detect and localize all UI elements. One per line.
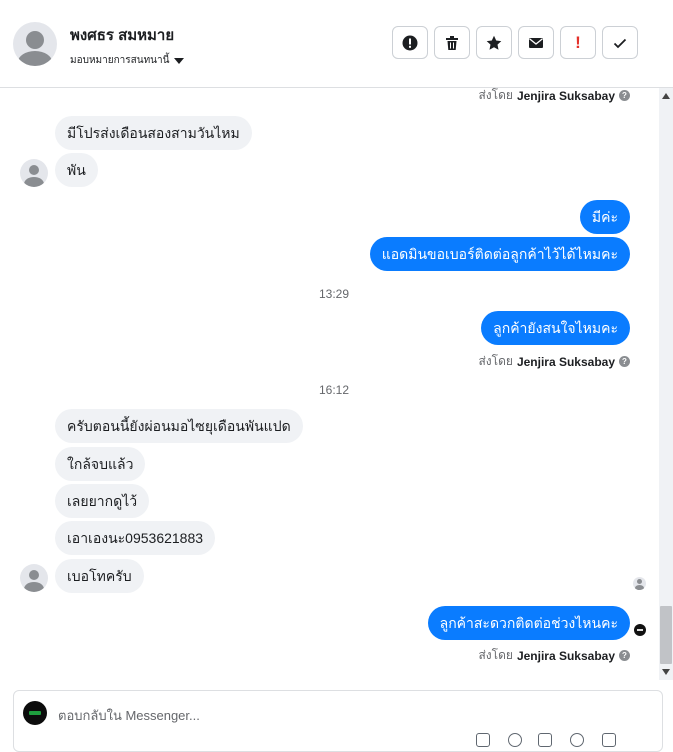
read-receipt-avatar — [633, 577, 646, 590]
timestamp: 13:29 — [318, 287, 350, 301]
saved-reply-icon[interactable] — [538, 733, 552, 747]
mark-spam-button[interactable] — [392, 26, 428, 59]
outgoing-message[interactable]: ลูกค้าสะดวกติดต่อช่วงไหนคะ — [427, 606, 630, 640]
scrollbar-thumb[interactable] — [660, 606, 672, 664]
conversation-header: พงศธร สมหมาย มอบหมายการสนทนานี้ ! — [0, 0, 673, 88]
assign-label: มอบหมายการสนทนานี้ — [70, 55, 170, 66]
seen-indicator-avatar — [634, 624, 646, 636]
scroll-up-arrow[interactable] — [662, 93, 670, 99]
sent-by-prefix: ส่งโดย — [478, 354, 513, 368]
incoming-message[interactable]: ใกล้จบแล้ว — [55, 447, 146, 481]
incoming-message[interactable]: มีโปรส่งเดือนสองสามวันไหม — [55, 116, 252, 150]
contact-name[interactable]: พงศธร สมหมาย — [70, 23, 174, 47]
sent-by-line: ส่งโดย Jenjira Suksabay ? — [478, 352, 630, 371]
sent-by-line: ส่งโดย Jenjira Suksabay ? — [478, 646, 630, 665]
sent-by-prefix: ส่งโดย — [478, 88, 513, 102]
agent-name: Jenjira Suksabay — [516, 354, 615, 369]
mark-unread-button[interactable] — [518, 26, 554, 59]
mark-done-button[interactable] — [602, 26, 638, 59]
star-icon — [486, 35, 502, 50]
incoming-message[interactable]: พัน — [55, 153, 98, 187]
emoji-icon[interactable] — [570, 733, 584, 747]
outgoing-message[interactable]: มีค่ะ — [579, 200, 630, 234]
sent-by-prefix: ส่งโดย — [478, 648, 513, 662]
info-icon[interactable]: ? — [619, 650, 630, 661]
reply-composer — [13, 690, 663, 752]
star-button[interactable] — [476, 26, 512, 59]
checkmark-icon — [613, 38, 627, 48]
info-icon[interactable]: ? — [619, 90, 630, 101]
search-icon[interactable] — [508, 733, 522, 747]
message-scrollbar[interactable] — [659, 88, 673, 680]
info-icon[interactable]: ? — [619, 356, 630, 367]
agent-name: Jenjira Suksabay — [516, 88, 615, 103]
exclamation-icon: ! — [575, 32, 581, 52]
contact-avatar[interactable] — [13, 22, 57, 66]
timestamp: 16:12 — [318, 383, 350, 397]
report-icon — [402, 35, 418, 50]
contact-avatar-small — [20, 159, 48, 187]
incoming-message[interactable]: ครับตอนนี้ยังผ่อนมอไซยุเดือนพันแปด — [55, 409, 303, 443]
incoming-message[interactable]: เอาเองนะ0953621883 — [55, 521, 216, 555]
sent-by-line: ส่งโดย Jenjira Suksabay ? — [478, 86, 630, 105]
trash-icon — [446, 35, 458, 50]
assign-conversation-dropdown[interactable]: มอบหมายการสนทนานี้ — [70, 53, 185, 68]
page-logo-avatar — [23, 701, 47, 725]
chevron-down-icon — [174, 57, 185, 64]
outgoing-message[interactable]: ลูกค้ายังสนใจไหมคะ — [481, 311, 630, 345]
scroll-down-arrow[interactable] — [662, 669, 670, 675]
incoming-message[interactable]: เบอโทครับ — [55, 559, 144, 593]
delete-button[interactable] — [434, 26, 470, 59]
conversation-toolbar: ! — [392, 26, 638, 59]
agent-name: Jenjira Suksabay — [516, 648, 615, 663]
outgoing-message[interactable]: แอดมินขอเบอร์ติดต่อลูกค้าไว้ได้ไหมคะ — [369, 237, 630, 271]
envelope-icon — [529, 37, 543, 48]
reply-input[interactable] — [58, 705, 618, 725]
add-attachment-icon[interactable] — [476, 733, 490, 747]
incoming-message[interactable]: เลยยากดูไว้ — [55, 484, 150, 518]
payment-icon[interactable] — [602, 733, 616, 747]
contact-avatar-small — [20, 564, 48, 592]
follow-up-button[interactable]: ! — [560, 26, 596, 59]
